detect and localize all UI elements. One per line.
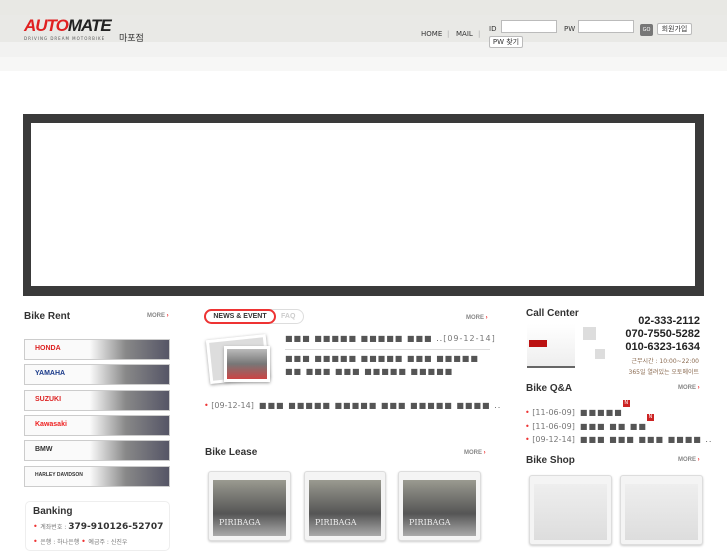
sofa-image: [527, 324, 575, 368]
featured-news-title[interactable]: ■■■ ■■■■■ ■■■■■ ■■■ ..[09-12-14]: [285, 334, 496, 343]
lease-thumb[interactable]: PIRIBAGA: [304, 471, 386, 541]
shop-thumb[interactable]: [529, 475, 612, 545]
shop-photo: [534, 484, 607, 540]
account-row: • 계좌번호 : 379-910126-52707: [33, 522, 164, 532]
news-more[interactable]: MORE: [466, 315, 488, 321]
new-badge: N: [622, 400, 630, 407]
phone-3: 010-6323-1634: [625, 341, 700, 353]
qna-date: [09-12-14]: [532, 435, 575, 444]
qna-title: Bike Q&A: [526, 383, 573, 394]
tab-news-event[interactable]: NEWS & EVENT: [204, 309, 276, 324]
banner-content: [31, 123, 695, 286]
slogan: 365일 열려있는 오토메이트: [628, 369, 699, 376]
featured-title-text: ■■■ ■■■■■ ■■■■■ ■■■ ..: [285, 334, 444, 343]
shop-thumb[interactable]: [620, 475, 703, 545]
lease-thumb[interactable]: PIRIBAGA: [398, 471, 481, 541]
bike-shop-more[interactable]: MORE: [678, 457, 700, 463]
bike-rent-title: Bike Rent: [24, 311, 71, 322]
watermark: PIRIBAGA: [315, 518, 357, 527]
bike-lease-title: Bike Lease: [205, 447, 258, 458]
brand-honda[interactable]: HONDA: [24, 339, 170, 360]
lease-photo: [309, 480, 381, 536]
news-item[interactable]: • [09-12-14] ■■■ ■■■■■ ■■■■■ ■■■ ■■■■■ ■…: [204, 393, 501, 412]
new-badge: N: [646, 414, 654, 421]
signup-button[interactable]: 회원가입: [657, 23, 692, 35]
qna-item[interactable]: • [09-12-14] ■■■ ■■■ ■■■ ■■■■ ..: [525, 427, 712, 446]
id-input[interactable]: [501, 20, 557, 33]
go-button[interactable]: GO: [640, 24, 653, 36]
watermark: PIRIBAGA: [409, 518, 451, 527]
divider: [285, 349, 490, 350]
pw-label: PW: [564, 25, 576, 33]
bike-rent-more[interactable]: MORE: [147, 313, 169, 319]
featured-news-body: ■■■ ■■■■■ ■■■■■ ■■■ ■■■■■ ■■ ■■■ ■■■ ■■■…: [285, 354, 479, 376]
account-label: 계좌번호 :: [40, 524, 67, 531]
tab-faq[interactable]: FAQ: [281, 313, 295, 320]
featured-date: [09-12-14]: [443, 334, 496, 343]
qna-title-text: ■■■ ■■■ ■■■ ■■■■ ..: [579, 435, 713, 444]
id-label: ID: [489, 25, 497, 33]
lease-photo: [403, 480, 476, 536]
qna-more[interactable]: MORE: [678, 385, 700, 391]
branch-name: 마포점: [119, 34, 144, 44]
phone-2: 070-7550-5282: [625, 328, 700, 340]
news-date: [09-12-14]: [211, 401, 254, 410]
frame-image: [583, 327, 596, 340]
watermark: PIRIBAGA: [219, 518, 261, 527]
bike-lease-more[interactable]: MORE: [464, 450, 486, 456]
lease-photo: [213, 480, 286, 536]
news-title: ■■■ ■■■■■ ■■■■■ ■■■ ■■■■■ ■■■■ ..: [258, 401, 502, 410]
find-pw-button[interactable]: PW 찾기: [489, 36, 523, 48]
pw-input[interactable]: [578, 20, 634, 33]
banking-title: Banking: [33, 506, 73, 517]
brand-suzuki[interactable]: SUZUKI: [24, 390, 170, 411]
shop-photo: [625, 484, 698, 540]
lease-thumb[interactable]: PIRIBAGA: [208, 471, 291, 541]
news-photo[interactable]: [224, 346, 270, 382]
brand-yamaha[interactable]: YAMAHA: [24, 364, 170, 385]
nav-mail[interactable]: MAIL: [456, 30, 473, 38]
top-bar: [0, 0, 727, 15]
business-hours: 근무시간 : 10:00~22:00: [631, 358, 699, 365]
frame-image: [595, 349, 605, 359]
brand-harley[interactable]: HARLEY DAVIDSON: [24, 466, 170, 487]
header-band: [0, 57, 727, 71]
divider: |: [447, 30, 450, 38]
brand-kawasaki[interactable]: Kawasaki: [24, 415, 170, 436]
brand-bmw[interactable]: BMW: [24, 440, 170, 461]
divider: |: [478, 30, 481, 38]
header-band: [0, 42, 727, 57]
nav-home[interactable]: HOME: [421, 30, 442, 38]
phone-1: 02-333-2112: [638, 315, 700, 327]
bike-shop-title: Bike Shop: [526, 455, 575, 466]
account-number: 379-910126-52707: [68, 522, 164, 532]
call-center-title: Call Center: [526, 308, 579, 319]
